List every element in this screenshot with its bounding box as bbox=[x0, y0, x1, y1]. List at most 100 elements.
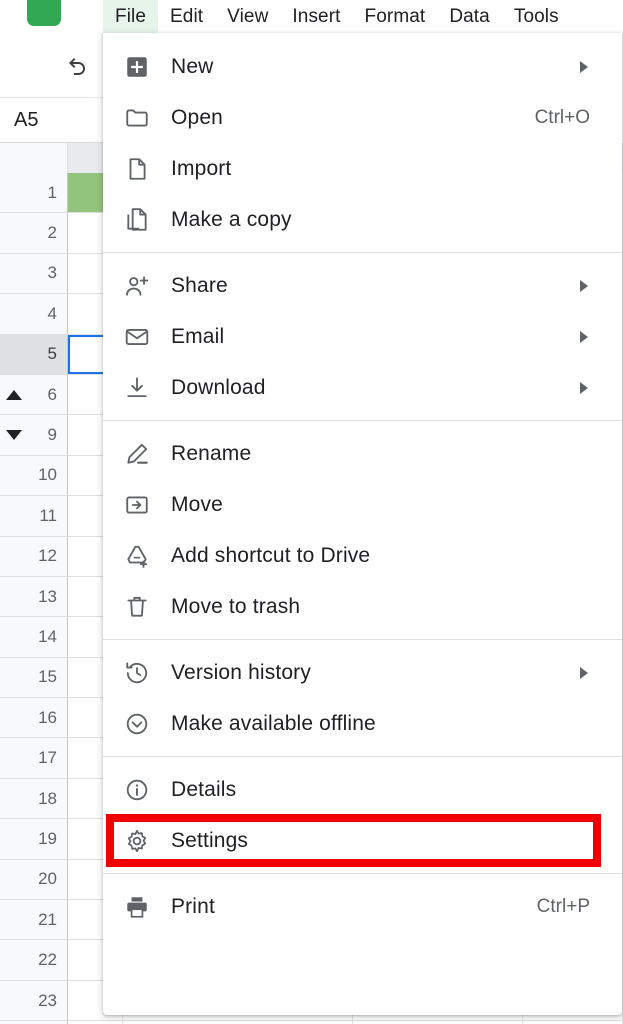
menu-item-label: Email bbox=[171, 324, 225, 348]
row-header-21[interactable]: 21 bbox=[0, 900, 68, 940]
row-number: 21 bbox=[38, 909, 57, 929]
row-header-5[interactable]: 5 bbox=[0, 334, 68, 374]
menu-item-rename[interactable]: Rename bbox=[103, 428, 622, 479]
row-number: 10 bbox=[38, 465, 57, 485]
info-circle-icon bbox=[103, 777, 171, 803]
menu-label: File bbox=[115, 5, 147, 27]
menu-label: View bbox=[227, 5, 269, 27]
menu-separator bbox=[103, 639, 622, 640]
menu-item-label: Make a copy bbox=[171, 207, 292, 231]
row-number: 12 bbox=[38, 546, 57, 566]
pencil-edit-icon bbox=[103, 441, 171, 467]
menu-separator bbox=[103, 756, 622, 757]
row-header-23[interactable]: 23 bbox=[0, 980, 68, 1021]
menu-item-move-to-trash[interactable]: Move to trash bbox=[103, 581, 622, 632]
history-clock-icon bbox=[103, 660, 171, 686]
undo-arrow-icon bbox=[66, 54, 90, 78]
menu-insert[interactable]: Insert bbox=[280, 0, 352, 33]
menu-item-version-history[interactable]: Version history bbox=[103, 647, 622, 698]
submenu-arrow-icon bbox=[580, 60, 588, 73]
menu-item-label: Open bbox=[171, 105, 223, 129]
menu-item-share[interactable]: Share bbox=[103, 260, 622, 311]
menu-format[interactable]: Format bbox=[353, 0, 438, 33]
row-header-3[interactable]: 3 bbox=[0, 253, 68, 294]
menu-item-settings[interactable]: Settings bbox=[103, 815, 622, 866]
offline-check-circle-icon bbox=[103, 711, 171, 737]
menu-item-import[interactable]: Import bbox=[103, 143, 622, 194]
toolbar bbox=[0, 33, 103, 98]
menu-item-move[interactable]: Move bbox=[103, 479, 622, 530]
row-header-16[interactable]: 16 bbox=[0, 698, 68, 738]
menu-bar: File Edit View Insert Format Data Tools bbox=[103, 0, 623, 33]
download-icon bbox=[103, 375, 171, 401]
row-header-6[interactable]: 6 bbox=[0, 374, 68, 415]
menu-item-label: Add shortcut to Drive bbox=[171, 543, 371, 567]
submenu-arrow-icon bbox=[580, 279, 588, 292]
row-header-14[interactable]: 14 bbox=[0, 617, 68, 657]
row-header-15[interactable]: 15 bbox=[0, 657, 68, 698]
menu-separator bbox=[103, 252, 622, 253]
row-header-11[interactable]: 11 bbox=[0, 496, 68, 536]
menu-item-email[interactable]: Email bbox=[103, 311, 622, 362]
group-expand-down-icon[interactable] bbox=[6, 430, 22, 441]
menu-tools[interactable]: Tools bbox=[502, 0, 571, 33]
menu-item-label: Move to trash bbox=[171, 594, 301, 618]
row-number: 1 bbox=[47, 182, 57, 202]
row-header-17[interactable]: 17 bbox=[0, 738, 68, 778]
row-header-2[interactable]: 2 bbox=[0, 213, 68, 253]
row-number: 23 bbox=[38, 990, 57, 1010]
menu-item-print[interactable]: Print Ctrl+P bbox=[103, 881, 622, 932]
row-number: 3 bbox=[47, 263, 57, 283]
name-box[interactable]: A5 bbox=[0, 98, 103, 143]
app-logo-area bbox=[0, 0, 103, 33]
row-header-13[interactable]: 13 bbox=[0, 576, 68, 617]
google-sheets-window: FileEditViewInsertFormatDataTools A5 12B… bbox=[0, 0, 623, 1024]
menu-item-label: Rename bbox=[171, 441, 252, 465]
submenu-arrow-icon bbox=[580, 381, 588, 394]
menu-item-open[interactable]: Open Ctrl+O bbox=[103, 92, 622, 143]
row-header-20[interactable]: 20 bbox=[0, 859, 68, 900]
row-header-12[interactable]: 12 bbox=[0, 536, 68, 576]
menu-item-label: Details bbox=[171, 777, 237, 801]
menu-view[interactable]: View bbox=[215, 0, 280, 33]
menu-item-label: Download bbox=[171, 375, 266, 399]
menu-separator bbox=[103, 420, 622, 421]
menu-item-details[interactable]: Details bbox=[103, 764, 622, 815]
menu-item-new[interactable]: New bbox=[103, 41, 622, 92]
printer-icon bbox=[103, 894, 171, 920]
menu-item-label: New bbox=[171, 54, 214, 78]
row-number: 5 bbox=[47, 344, 57, 364]
menu-separator bbox=[103, 873, 622, 874]
menu-item-label: Version history bbox=[171, 660, 311, 684]
menu-label: Data bbox=[449, 5, 490, 27]
sheets-logo-icon[interactable] bbox=[27, 0, 61, 26]
row-number: 17 bbox=[38, 748, 57, 768]
row-number: 18 bbox=[38, 788, 57, 808]
menu-item-label: Print bbox=[171, 894, 215, 918]
menu-item-label: Make available offline bbox=[171, 711, 376, 735]
row-header-10[interactable]: 10 bbox=[0, 455, 68, 496]
select-all-corner[interactable] bbox=[0, 143, 68, 173]
row-header-4[interactable]: 4 bbox=[0, 294, 68, 334]
row-header-18[interactable]: 18 bbox=[0, 778, 68, 819]
menu-file[interactable]: File bbox=[103, 0, 159, 33]
menu-item-label: Import bbox=[171, 156, 232, 180]
drive-shortcut-add-icon bbox=[103, 543, 171, 569]
menu-item-make-a-copy[interactable]: Make a copy bbox=[103, 194, 622, 245]
menu-edit[interactable]: Edit bbox=[158, 0, 215, 33]
row-number: 4 bbox=[47, 303, 57, 323]
row-header-1[interactable]: 1 bbox=[0, 173, 68, 213]
menu-item-make-available-offline[interactable]: Make available offline bbox=[103, 698, 622, 749]
row-header-9[interactable]: 9 bbox=[0, 415, 68, 455]
menu-item-add-shortcut-to-drive[interactable]: Add shortcut to Drive bbox=[103, 530, 622, 581]
submenu-arrow-icon bbox=[580, 330, 588, 343]
menu-item-shortcut: Ctrl+O bbox=[534, 106, 590, 128]
group-collapse-up-icon[interactable] bbox=[6, 389, 22, 400]
menu-item-label: Move bbox=[171, 492, 223, 516]
row-header-22[interactable]: 22 bbox=[0, 940, 68, 980]
row-number: 22 bbox=[38, 950, 57, 970]
row-header-19[interactable]: 19 bbox=[0, 819, 68, 859]
menu-data[interactable]: Data bbox=[437, 0, 502, 33]
undo-button[interactable] bbox=[63, 51, 93, 81]
menu-item-download[interactable]: Download bbox=[103, 362, 622, 413]
